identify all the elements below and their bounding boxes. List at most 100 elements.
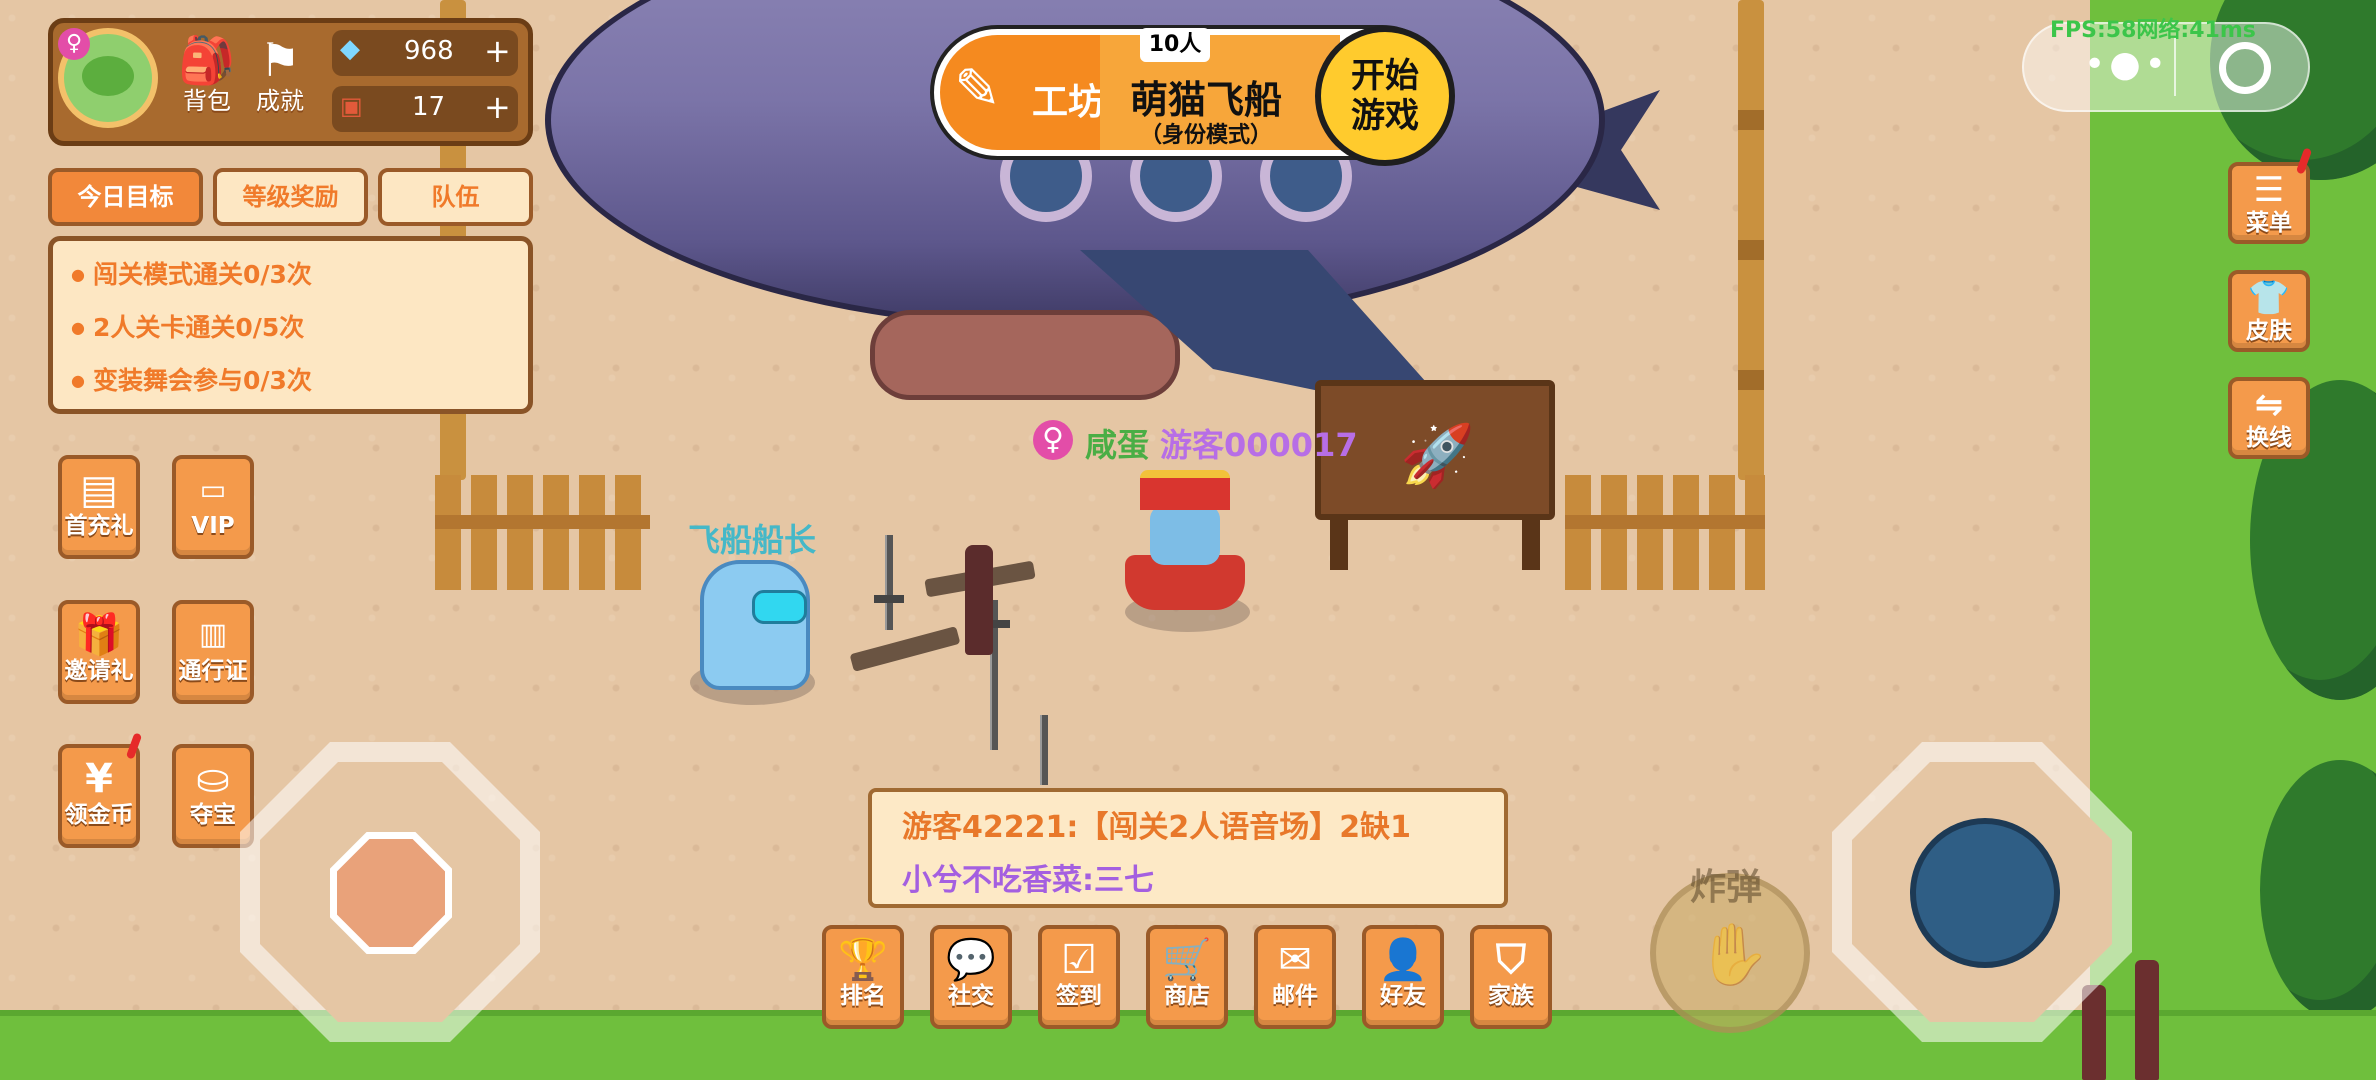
bomb-label: 炸弹: [1690, 867, 1763, 908]
goal-item: 2人关卡通关0/5次: [71, 308, 304, 344]
first-recharge-button[interactable]: ▤ 首充礼: [58, 455, 140, 559]
button-label: 签到: [1056, 983, 1102, 1009]
player-count-badge: 10人: [1140, 28, 1210, 62]
diamond-icon: ◆: [340, 34, 360, 64]
chat-message: 游客42221:【闯关2人语音场】2缺1: [902, 810, 1411, 845]
divider: [2174, 38, 2176, 96]
pass-button[interactable]: ▥ 通行证: [172, 600, 254, 704]
tab-daily-goals[interactable]: 今日目标: [48, 168, 203, 226]
add-diamond-button[interactable]: +: [484, 32, 511, 70]
crossbow-item[interactable]: [849, 626, 961, 672]
backpack-icon: 🎒: [178, 33, 236, 87]
family-icon: ⛉: [1496, 937, 1526, 983]
invite-gift-button[interactable]: 🎁 邀请礼: [58, 600, 140, 704]
joystick-knob-fill: [337, 839, 445, 947]
vip-button[interactable]: ▭ VIP: [172, 455, 254, 559]
fps-readout: FPS:58网络:41ms: [2050, 18, 2256, 43]
backpack-label: 背包: [183, 87, 231, 115]
sword-item[interactable]: [1040, 715, 1048, 785]
close-capsule-icon[interactable]: [2219, 42, 2271, 94]
add-friend-icon: 👤: [1378, 937, 1428, 983]
menu-icon: ☰: [2253, 170, 2285, 210]
cart-icon: 🛒: [1162, 937, 1212, 983]
sword-guard: [874, 595, 904, 603]
gift-icon: 🎁: [74, 612, 124, 658]
ingot-icon: ⛀: [196, 756, 230, 802]
mail-button[interactable]: ✉ 邮件: [1254, 925, 1336, 1029]
button-label: 菜单: [2246, 210, 2292, 236]
mode-title: 萌猫飞船: [1130, 78, 1283, 122]
button-label: 排名: [840, 983, 886, 1009]
trophy-icon: 🏆: [838, 937, 888, 983]
bottle-item[interactable]: [965, 545, 993, 655]
achievement-button[interactable]: ⚑ 成就: [245, 32, 315, 114]
sword-item[interactable]: [885, 535, 893, 630]
shop-button[interactable]: 🛒 商店: [1146, 925, 1228, 1029]
ranking-button[interactable]: 🏆 排名: [822, 925, 904, 1029]
checkin-button[interactable]: ☑ 签到: [1038, 925, 1120, 1029]
start-game-button[interactable]: 开始 游戏: [1315, 26, 1455, 166]
start-game-label: 开始 游戏: [1351, 56, 1419, 136]
gender-icon: ♀: [58, 28, 90, 60]
button-label: 家族: [1488, 983, 1534, 1009]
astronaut-visor: [752, 590, 807, 624]
button-label: VIP: [191, 513, 235, 539]
social-button[interactable]: 💬 社交: [930, 925, 1012, 1029]
switch-icon: ⇋: [2254, 385, 2284, 425]
button-label: 皮肤: [2246, 318, 2292, 344]
ticket-row: ▣ 17 +: [332, 86, 518, 132]
goal-item: 变装舞会参与0/3次: [71, 361, 312, 397]
ticket-icon: ▣: [340, 92, 363, 120]
friends-button[interactable]: 👤 好友: [1362, 925, 1444, 1029]
frog-icon: [82, 56, 134, 96]
hand-icon: ✋: [1696, 920, 1771, 990]
button-label: 邀请礼: [64, 658, 134, 684]
fence-post-right: [1738, 0, 1764, 480]
button-label: 商店: [1164, 983, 1210, 1009]
astronaut-npc[interactable]: [700, 560, 810, 690]
first-recharge-icon: ▤: [80, 467, 118, 513]
chat-message: 小兮不吃香菜:三七: [902, 863, 1154, 898]
tab-team[interactable]: 队伍: [378, 168, 533, 226]
workshop-label: 工坊: [1032, 82, 1105, 123]
fence-right: [1565, 475, 1765, 590]
button-label: 领金币: [64, 802, 134, 828]
mode-subtitle: （身份模式）: [1140, 123, 1273, 148]
diamond-row: ◆ 968 +: [332, 30, 518, 76]
attack-button[interactable]: [1910, 818, 2060, 968]
mode-info: 萌猫飞船 （身份模式）: [1100, 35, 1340, 150]
claim-coins-button[interactable]: ¥ 领金币: [58, 744, 140, 848]
button-label: 通行证: [178, 658, 248, 684]
vip-icon: ▭: [199, 473, 227, 506]
gender-icon: ♀: [1033, 420, 1073, 460]
calendar-icon: ☑: [1061, 937, 1097, 983]
tab-level-rewards[interactable]: 等级奖励: [213, 168, 368, 226]
more-options-icon[interactable]: •●•: [2084, 44, 2170, 85]
crown-icon: [1140, 470, 1230, 510]
npc-name: 飞船船长: [688, 521, 817, 559]
skin-button[interactable]: 👕 皮肤: [2228, 270, 2310, 352]
switch-line-button[interactable]: ⇋ 换线: [2228, 377, 2310, 459]
pass-icon: ▥: [198, 617, 228, 652]
chat-panel[interactable]: 游客42221:【闯关2人语音场】2缺1 小兮不吃香菜:三七: [868, 788, 1508, 908]
bottle-item: [2135, 960, 2159, 1080]
button-label: 首充礼: [64, 513, 134, 539]
add-ticket-button[interactable]: +: [484, 88, 511, 126]
player-character[interactable]: [1150, 505, 1220, 565]
goal-item: 闯关模式通关0/3次: [71, 255, 312, 291]
game-scene: 🚀 飞船船长 ♀ 咸蛋 游客000017 ♀ 🎒 背包 ⚑ 成就 ◆ 968 +…: [0, 0, 2376, 1080]
backpack-button[interactable]: 🎒 背包: [172, 32, 242, 114]
button-label: 好友: [1380, 983, 1426, 1009]
player-title: 咸蛋: [1085, 426, 1150, 464]
menu-button[interactable]: ☰ 菜单: [2228, 162, 2310, 244]
mail-icon: ✉: [1278, 937, 1312, 983]
player-name: 游客000017: [1160, 426, 1358, 464]
family-button[interactable]: ⛉ 家族: [1470, 925, 1552, 1029]
button-label: 社交: [948, 983, 994, 1009]
button-label: 邮件: [1272, 983, 1318, 1009]
fence-left: [435, 475, 650, 590]
ticket-count: 17: [412, 92, 446, 122]
button-label: 换线: [2246, 425, 2292, 451]
bottle-item: [2082, 985, 2106, 1080]
workshop-button[interactable]: ✎ 工坊: [940, 35, 1120, 150]
